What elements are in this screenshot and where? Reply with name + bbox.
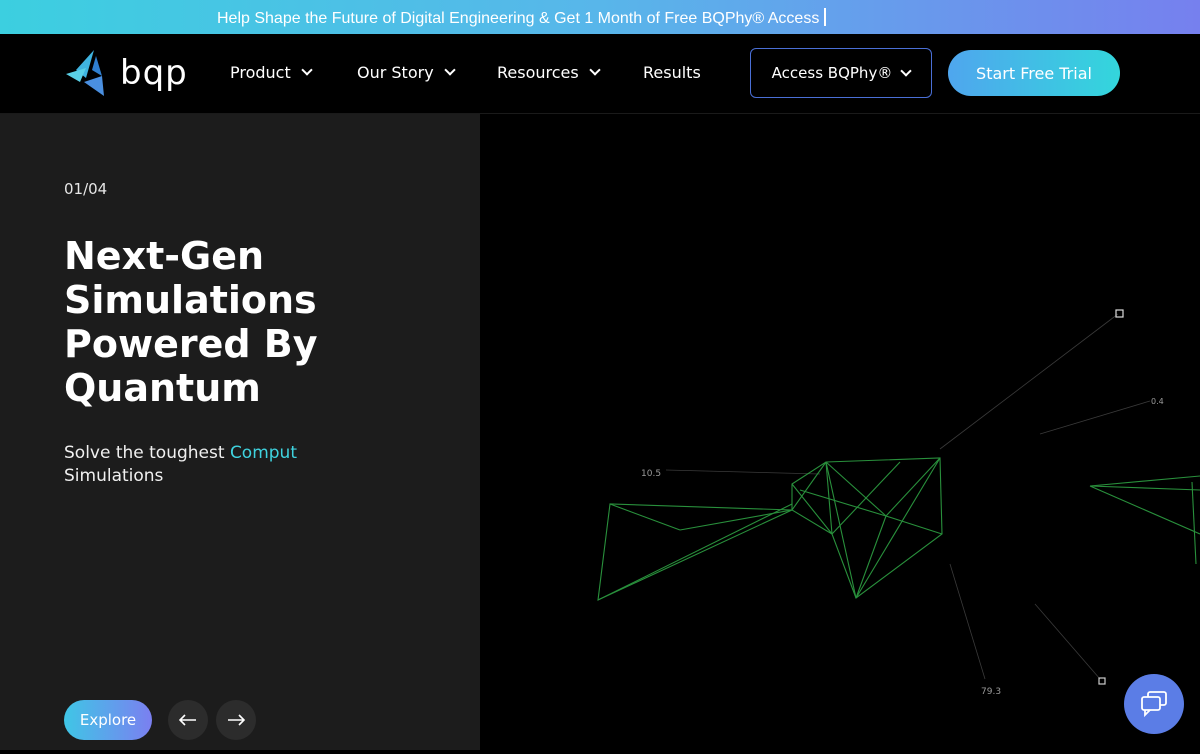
slide-counter: 01/04 <box>64 180 108 198</box>
subtitle-highlight: Comput <box>229 443 297 463</box>
subtitle-line2: Simulations <box>64 466 164 486</box>
chevron-down-icon <box>444 64 456 76</box>
logo[interactable]: bqp <box>64 48 188 98</box>
arrow-left-icon <box>179 714 196 726</box>
nav-item-label: Our Story <box>357 63 434 82</box>
bqp-logo-icon <box>66 50 104 96</box>
start-free-trial-button[interactable]: Start Free Trial <box>948 50 1120 96</box>
text-caret <box>824 8 827 26</box>
chat-icon <box>1141 691 1167 718</box>
wireframe-mesh-graphic: 10.5 0.4 79.3 <box>597 309 1200 697</box>
access-bqphy-button[interactable]: Access BQPhy® <box>750 48 932 98</box>
promo-banner-text[interactable]: Help Shape the Future of Digital Enginee… <box>217 8 827 28</box>
arrow-right-icon <box>228 714 245 726</box>
prev-slide-button[interactable] <box>168 700 208 740</box>
nav-item-our-story[interactable]: Our Story <box>357 63 456 82</box>
chat-button[interactable] <box>1124 674 1184 734</box>
nav-item-label: Product <box>230 63 291 82</box>
nav-item-label: Results <box>643 63 701 82</box>
explore-button[interactable]: Explore <box>64 700 152 740</box>
chevron-down-icon <box>589 64 601 76</box>
nav-item-label: Resources <box>497 63 579 82</box>
nav-item-results[interactable]: Results <box>643 63 701 82</box>
hero-headline: Next-Gen Simulations Powered By Quantum <box>64 234 318 410</box>
main-nav: bqp Product Our Story Resources Results … <box>0 34 1200 114</box>
mesh-label: 0.4 <box>1151 397 1164 406</box>
hero-panel: 01/04 Next-Gen Simulations Powered By Qu… <box>0 114 480 750</box>
hero-subtitle: Solve the toughest Comput Simulations <box>64 442 424 488</box>
chevron-down-icon <box>301 64 313 76</box>
nav-item-product[interactable]: Product <box>230 63 313 82</box>
hero-visual: 10.5 0.4 79.3 <box>480 114 1200 750</box>
mesh-label: 10.5 <box>641 469 661 479</box>
logo-text: bqp <box>120 53 188 93</box>
mesh-label: 79.3 <box>981 687 1001 697</box>
subtitle-prefix: Solve the toughest <box>64 443 230 463</box>
chevron-down-icon <box>900 64 912 77</box>
nav-item-resources[interactable]: Resources <box>497 63 601 82</box>
next-slide-button[interactable] <box>216 700 256 740</box>
access-bqphy-label: Access BQPhy® <box>771 64 893 82</box>
promo-banner[interactable]: Help Shape the Future of Digital Enginee… <box>0 0 1200 34</box>
